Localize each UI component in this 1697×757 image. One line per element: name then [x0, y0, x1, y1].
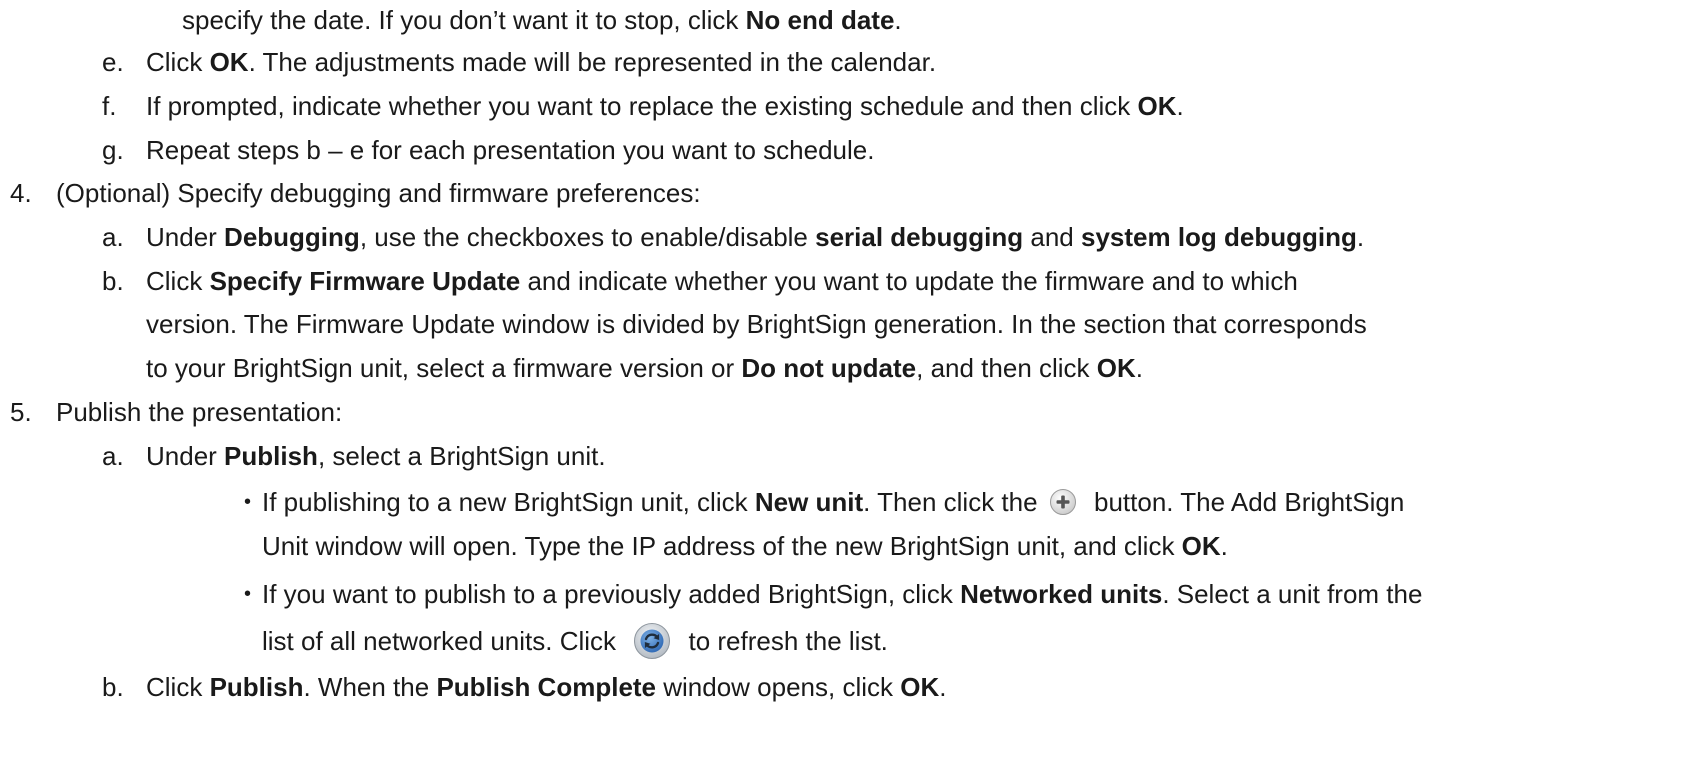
step-text: Under [146, 441, 225, 471]
step-text: Publish the presentation: [56, 397, 343, 427]
ok-label: OK [1181, 531, 1221, 561]
step-4a: a. Under Debugging, use the checkboxes t… [102, 221, 1365, 253]
punctuation: . [1356, 222, 1365, 252]
step-text: , select a BrightSign unit. [317, 441, 606, 471]
step-marker: g. [102, 135, 124, 165]
step-marker: a. [102, 222, 124, 252]
ok-label: OK [209, 47, 249, 77]
publish-label: Publish [224, 441, 318, 471]
step-text: to your BrightSign unit, select a firmwa… [146, 353, 742, 383]
step-text: and indicate whether you want to update … [520, 266, 1298, 296]
do-not-update-label: Do not update [741, 353, 917, 383]
step-text: version. The Firmware Update window is d… [146, 309, 1367, 339]
step-text: , and then click [916, 353, 1097, 383]
bullet-icon: • [244, 491, 252, 513]
ok-label: OK [900, 672, 940, 702]
step-5b: b. Click Publish. When the Publish Compl… [102, 671, 947, 703]
step-text: If you want to publish to a previously a… [262, 579, 961, 609]
publish-complete-label: Publish Complete [436, 672, 657, 702]
step-text: If publishing to a new BrightSign unit, … [262, 487, 755, 517]
bullet-icon: • [244, 583, 252, 605]
ok-label: OK [1137, 91, 1177, 121]
new-unit-label: New unit [754, 487, 864, 517]
step-marker: 4. [10, 178, 32, 208]
step-text: to refresh the list. [681, 626, 888, 656]
plus-circle-icon [1049, 489, 1076, 515]
step-text: specify the date. If you don’t want it t… [182, 5, 746, 35]
punctuation: . [939, 672, 947, 702]
step-text: Unit window will open. Type the IP addre… [262, 531, 1182, 561]
debugging-label: Debugging [224, 222, 360, 252]
step-text: window opens, click [656, 672, 901, 702]
punctuation: . [1176, 91, 1184, 121]
bullet-networked-units-line-2: list of all networked units. Click to re… [262, 622, 888, 660]
no-end-date-label: No end date [745, 5, 895, 35]
refresh-icon [634, 623, 671, 659]
step-marker: f. [102, 91, 117, 121]
step-marker: a. [102, 441, 124, 471]
step-text: . When the [303, 672, 437, 702]
step-text: and [1023, 222, 1081, 252]
punctuation: . [894, 5, 902, 35]
step-text: . Then click the [863, 487, 1045, 517]
step-text: Repeat steps b – e for each presentation… [146, 135, 875, 165]
step-text: Click [146, 672, 210, 702]
step-text: , use the checkboxes to enable/disable [359, 222, 816, 252]
step-d-continuation: specify the date. If you don’t want it t… [182, 4, 902, 36]
step-marker: 5. [10, 397, 32, 427]
bullet-new-unit: • If publishing to a new BrightSign unit… [244, 486, 1405, 518]
step-text: button. The Add BrightSign [1086, 487, 1405, 517]
step-marker: b. [102, 266, 124, 296]
step-text: (Optional) Specify debugging and firmwar… [56, 178, 701, 208]
bullet-new-unit-line-2: Unit window will open. Type the IP addre… [262, 530, 1228, 562]
step-5a: a. Under Publish, select a BrightSign un… [102, 440, 606, 472]
step-marker: b. [102, 672, 124, 702]
step-4b: b. Click Specify Firmware Update and ind… [102, 265, 1298, 297]
networked-units-label: Networked units [960, 579, 1163, 609]
step-text: . The adjustments made will be represent… [248, 47, 937, 77]
step-4: 4. (Optional) Specify debugging and firm… [10, 177, 701, 209]
step-e: e. Click OK. The adjustments made will b… [102, 46, 937, 78]
step-text: . Select a unit from the [1162, 579, 1423, 609]
serial-debugging-label: serial debugging [815, 222, 1024, 252]
specify-firmware-update-label: Specify Firmware Update [209, 266, 521, 296]
ok-label: OK [1096, 353, 1136, 383]
step-f: f. If prompted, indicate whether you wan… [102, 90, 1184, 122]
punctuation: . [1135, 353, 1144, 383]
step-g: g. Repeat steps b – e for each presentat… [102, 134, 875, 166]
step-4b-line-2: version. The Firmware Update window is d… [146, 308, 1367, 340]
step-text: list of all networked units. Click [262, 626, 624, 656]
step-marker: e. [102, 47, 124, 77]
step-text: Click [146, 47, 210, 77]
step-text: Click [146, 266, 210, 296]
step-text: If prompted, indicate whether you want t… [146, 91, 1138, 121]
step-5: 5. Publish the presentation: [10, 396, 343, 428]
punctuation: . [1220, 531, 1228, 561]
step-4b-line-3: to your BrightSign unit, select a firmwa… [146, 352, 1143, 384]
bullet-networked-units: • If you want to publish to a previously… [244, 578, 1423, 610]
publish-label: Publish [209, 672, 304, 702]
system-log-debugging-label: system log debugging [1080, 222, 1357, 252]
step-text: Under [146, 222, 225, 252]
